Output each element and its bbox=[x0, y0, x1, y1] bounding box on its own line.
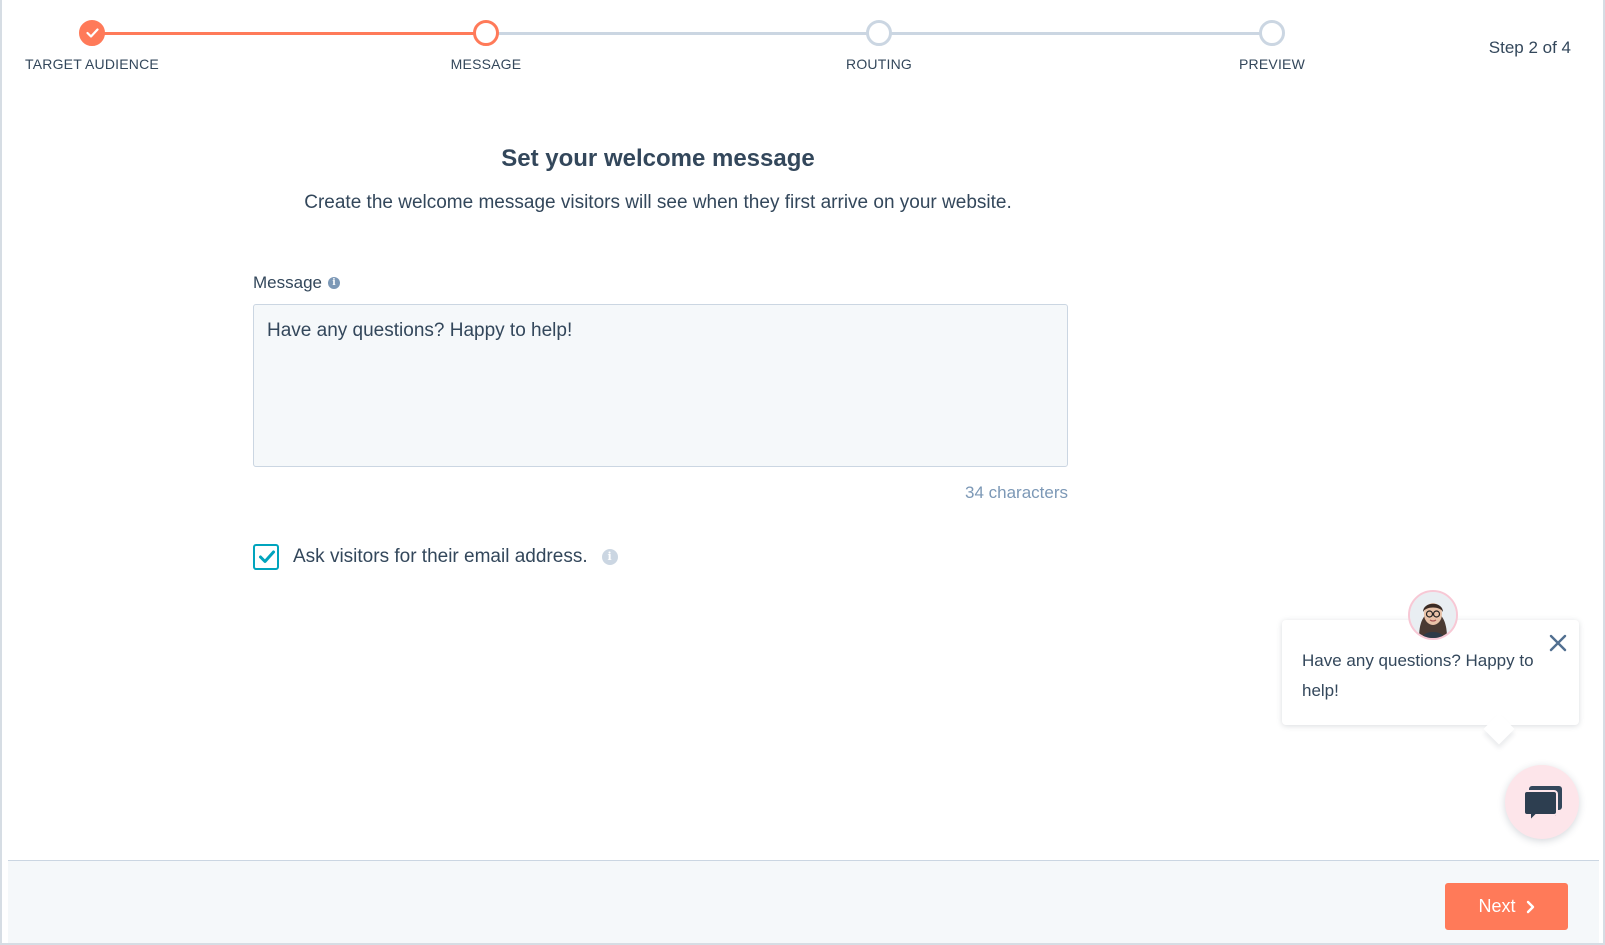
page-title: Set your welcome message bbox=[501, 145, 815, 172]
chat-bubble-text: Have any questions? Happy to help! bbox=[1302, 651, 1534, 700]
chat-icon bbox=[1523, 786, 1562, 823]
progress-stepper: TARGET AUDIENCE MESSAGE ROUTING PREVIEW … bbox=[2, 0, 1605, 90]
wizard-footer bbox=[8, 860, 1599, 943]
step-indicator bbox=[1259, 20, 1285, 46]
close-icon[interactable] bbox=[1547, 632, 1569, 654]
chat-launcher-button[interactable] bbox=[1505, 765, 1579, 839]
step-indicator bbox=[866, 20, 892, 46]
chevron-right-icon bbox=[1526, 900, 1534, 913]
checkmark-icon bbox=[259, 550, 275, 563]
step-label: MESSAGE bbox=[450, 56, 522, 72]
step-count: Step 2 of 4 bbox=[1488, 38, 1571, 57]
agent-avatar bbox=[1408, 590, 1458, 640]
step-target-audience[interactable]: TARGET AUDIENCE bbox=[2, 20, 182, 72]
info-icon[interactable]: i bbox=[327, 277, 340, 289]
ask-email-option: Ask visitors for their email address. i bbox=[253, 544, 618, 570]
step-indicator-active bbox=[473, 20, 499, 46]
page-subtitle: Create the welcome message visitors will… bbox=[304, 192, 1012, 213]
next-button-label: Next bbox=[1478, 896, 1516, 916]
step-label: ROUTING bbox=[846, 56, 912, 72]
info-icon[interactable]: i bbox=[601, 549, 618, 565]
ask-email-checkbox[interactable] bbox=[253, 544, 279, 570]
step-routing[interactable]: ROUTING bbox=[789, 20, 969, 72]
wizard-frame: TARGET AUDIENCE MESSAGE ROUTING PREVIEW … bbox=[0, 0, 1605, 945]
ask-email-label[interactable]: Ask visitors for their email address. bbox=[293, 546, 588, 568]
message-field-label: Message i bbox=[253, 273, 340, 293]
step-label: TARGET AUDIENCE bbox=[25, 56, 159, 72]
step-message[interactable]: MESSAGE bbox=[396, 20, 576, 72]
step-preview[interactable]: PREVIEW bbox=[1182, 20, 1362, 72]
next-button[interactable]: Next bbox=[1445, 883, 1568, 930]
message-label-text: Message bbox=[253, 273, 322, 292]
check-icon bbox=[79, 20, 105, 46]
message-textarea[interactable]: Have any questions? Happy to help! bbox=[253, 304, 1068, 467]
step-label: PREVIEW bbox=[1239, 56, 1305, 72]
character-count: 34 characters bbox=[965, 483, 1068, 502]
